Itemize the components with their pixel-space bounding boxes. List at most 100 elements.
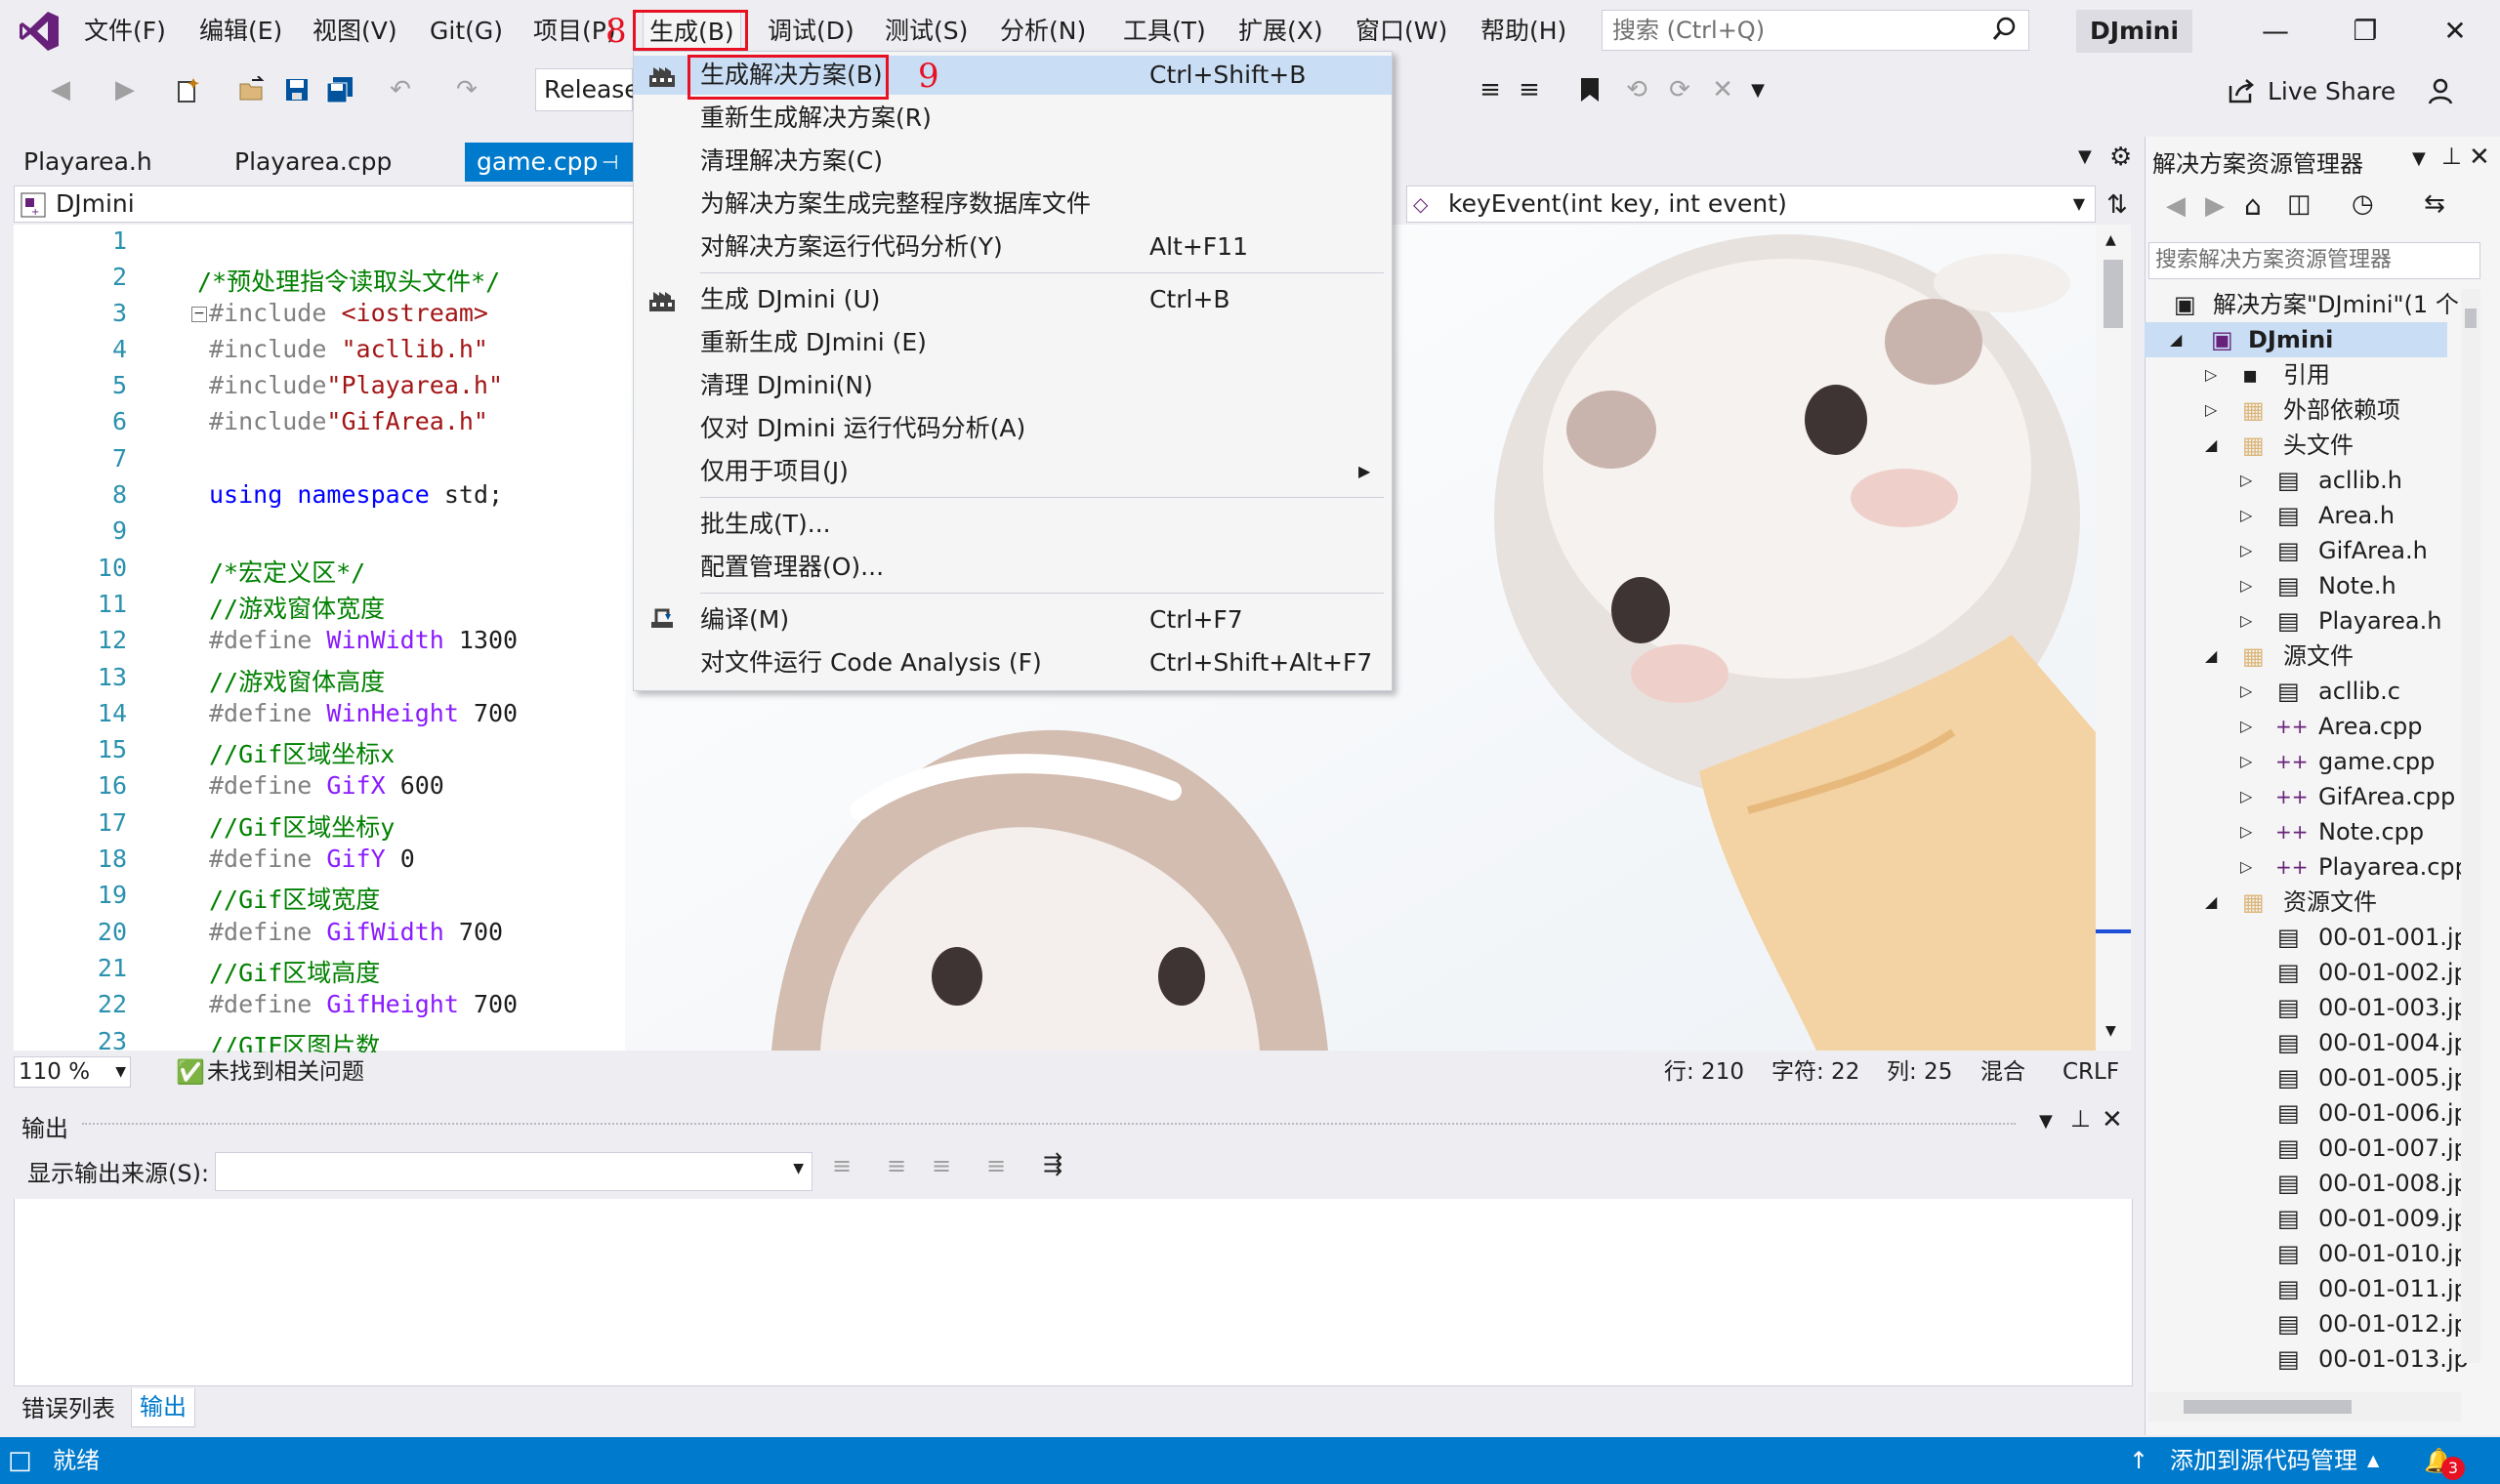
save-icon[interactable] xyxy=(281,74,312,105)
indent-icon[interactable]: ≡ xyxy=(1475,74,1506,105)
zoom-dropdown[interactable]: 110 % ▼ xyxy=(14,1056,131,1088)
issues-status[interactable]: 未找到相关问题 xyxy=(207,1052,364,1092)
add-to-source-control[interactable]: 添加到源代码管理 xyxy=(2170,1437,2357,1484)
tree-file[interactable]: ▤ 00-01-010.jp xyxy=(2145,1236,2477,1271)
menu-item-batch-build[interactable]: 批生成(T)... xyxy=(634,505,1392,544)
solution-horizontal-scrollbar[interactable] xyxy=(2148,1392,2461,1422)
tree-file[interactable]: ▤ 00-01-005.jp xyxy=(2145,1060,2477,1095)
close-window-icon[interactable]: ✕ xyxy=(2426,10,2484,53)
tab-playarea-h[interactable]: Playarea.h xyxy=(12,143,164,182)
menu-help[interactable]: 帮助(H) xyxy=(1475,12,1572,51)
solution-search-input[interactable]: 搜索解决方案资源管理器 xyxy=(2148,242,2480,279)
tree-file[interactable]: ▤ 00-01-007.jp xyxy=(2145,1131,2477,1166)
menu-item-build-project[interactable]: 生成 DJmini (U) Ctrl+B xyxy=(634,280,1392,319)
pin-icon[interactable]: ⊥ xyxy=(2441,143,2462,170)
tab-error-list[interactable]: 错误列表 xyxy=(14,1390,123,1427)
forward-icon[interactable]: ▶ xyxy=(2205,191,2225,221)
menu-edit[interactable]: 编辑(E) xyxy=(193,12,288,51)
open-file-icon[interactable] xyxy=(236,74,268,105)
switch-views-icon[interactable]: ◫ xyxy=(2287,189,2312,219)
tree-file[interactable]: ▷ ++ Playarea.cpp xyxy=(2145,849,2477,885)
tab-output[interactable]: 输出 xyxy=(131,1388,195,1427)
source-control-arrow-icon[interactable]: ↑ xyxy=(2129,1437,2148,1484)
search-input[interactable]: 搜索 (Ctrl+Q) xyxy=(1602,10,2029,51)
collapse-icon[interactable]: − xyxy=(191,307,207,322)
menu-window[interactable]: 窗口(W) xyxy=(1350,12,1453,51)
live-share-icon[interactable] xyxy=(2227,76,2256,105)
find-message-icon[interactable]: ≡ xyxy=(832,1152,852,1179)
output-source-dropdown[interactable]: ▼ xyxy=(215,1152,812,1191)
settings-gear-icon[interactable]: ⚙ xyxy=(2109,143,2132,172)
project-scope-dropdown[interactable]: + DJmini xyxy=(14,186,639,223)
panel-menu-icon[interactable]: ▼ xyxy=(2412,148,2426,169)
solution-vertical-scrollbar[interactable] xyxy=(2461,289,2480,1363)
tree-file[interactable]: ▤ 00-01-008.jp xyxy=(2145,1166,2477,1201)
editor-vertical-scrollbar[interactable]: ▲ ▼ xyxy=(2096,225,2131,1051)
bookmark-icon[interactable] xyxy=(1574,74,1605,105)
prev-bookmark-icon[interactable]: ⟲ xyxy=(1621,74,1652,105)
tree-file[interactable]: ▤ 00-01-006.jp xyxy=(2145,1095,2477,1131)
new-item-icon[interactable] xyxy=(172,74,203,105)
back-icon[interactable]: ◀ xyxy=(45,74,76,105)
tree-file[interactable]: ▤ 00-01-002.jp xyxy=(2145,955,2477,990)
scroll-down-icon[interactable]: ▼ xyxy=(2105,1023,2116,1039)
pin-icon[interactable]: ⊥ xyxy=(2070,1105,2091,1133)
tree-file[interactable]: ▤ 00-01-011.jp xyxy=(2145,1271,2477,1306)
tree-file[interactable]: ▤ 00-01-004.jp xyxy=(2145,1025,2477,1060)
tree-file[interactable]: ▤ 00-01-013.jp xyxy=(2145,1341,2477,1377)
live-share-label[interactable]: Live Share xyxy=(2268,72,2396,111)
whitespace-mode[interactable]: 混合 xyxy=(1980,1052,2025,1092)
forward-icon[interactable]: ▶ xyxy=(109,74,141,105)
menu-item-rebuild-project[interactable]: 重新生成 DJmini (E) xyxy=(634,323,1392,362)
tab-playarea-cpp[interactable]: Playarea.cpp xyxy=(223,143,403,182)
menu-item-config-manager[interactable]: 配置管理器(O)... xyxy=(634,548,1392,587)
feedback-icon[interactable] xyxy=(2426,74,2459,107)
menu-item-project-only[interactable]: 仅用于项目(J) ▶ xyxy=(634,452,1392,491)
menu-item-analyze-solution[interactable]: 对解决方案运行代码分析(Y) Alt+F11 xyxy=(634,227,1392,267)
next-bookmark-icon[interactable]: ⟳ xyxy=(1664,74,1695,105)
scroll-up-icon[interactable]: ▲ xyxy=(2105,232,2116,248)
tree-file[interactable]: ▤ 00-01-012.jp xyxy=(2145,1306,2477,1341)
back-icon[interactable]: ◀ xyxy=(2166,191,2186,221)
clear-all-icon[interactable]: ≡ xyxy=(986,1152,1006,1179)
menu-item-clean-project[interactable]: 清理 DJmini(N) xyxy=(634,366,1392,405)
scrollbar-thumb[interactable] xyxy=(2184,1400,2352,1414)
menu-item-compile[interactable]: 编译(M) Ctrl+F7 xyxy=(634,600,1392,639)
word-wrap-icon[interactable]: ⇶ xyxy=(1043,1150,1062,1177)
restore-icon[interactable]: ❐ xyxy=(2336,10,2395,53)
outdent-icon[interactable]: ≡ xyxy=(1514,74,1545,105)
save-all-icon[interactable] xyxy=(324,74,355,105)
menu-item-generate-pdb[interactable]: 为解决方案生成完整程序数据库文件 xyxy=(634,185,1392,224)
menu-tools[interactable]: 工具(T) xyxy=(1117,12,1212,51)
menu-item-analyze-project[interactable]: 仅对 DJmini 运行代码分析(A) xyxy=(634,409,1392,448)
menu-item-rebuild-solution[interactable]: 重新生成解决方案(R) xyxy=(634,99,1392,138)
menu-view[interactable]: 视图(V) xyxy=(307,12,403,51)
sync-icon[interactable]: ⇆ xyxy=(2424,189,2445,219)
menu-analyze[interactable]: 分析(N) xyxy=(994,12,1092,51)
undo-icon[interactable]: ↶ xyxy=(385,74,416,105)
scrollbar-thumb[interactable] xyxy=(2465,309,2477,328)
member-dropdown[interactable]: ◇ keyEvent(int key, int event) ▼ xyxy=(1406,186,2096,223)
toolbar-overflow-icon[interactable]: ▼ xyxy=(1742,74,1773,105)
menu-debug[interactable]: 调试(D) xyxy=(762,12,860,51)
clear-bookmarks-icon[interactable]: ✕ xyxy=(1707,74,1738,105)
scrollbar-thumb[interactable] xyxy=(2104,260,2123,328)
line-ending[interactable]: CRLF xyxy=(2062,1052,2119,1092)
menu-file[interactable]: 文件(F) xyxy=(78,12,172,51)
history-icon[interactable]: ◷ xyxy=(2352,189,2374,219)
configuration-dropdown[interactable]: Release xyxy=(535,68,640,111)
menu-git[interactable]: Git(G) xyxy=(424,12,509,51)
tree-file[interactable]: ▤ 00-01-001.jp xyxy=(2145,920,2477,955)
split-editor-icon[interactable]: ⇅ xyxy=(2100,187,2135,223)
home-icon[interactable]: ⌂ xyxy=(2244,189,2262,222)
menu-extensions[interactable]: 扩展(X) xyxy=(1232,12,1329,51)
next-message-icon[interactable]: ≡ xyxy=(932,1152,951,1179)
close-panel-icon[interactable]: ✕ xyxy=(2469,143,2490,172)
redo-icon[interactable]: ↷ xyxy=(451,74,482,105)
minimize-icon[interactable]: — xyxy=(2246,10,2305,53)
tree-file[interactable]: ▤ 00-01-003.jp xyxy=(2145,990,2477,1025)
pin-icon[interactable]: ⊣ xyxy=(602,143,618,182)
tree-file[interactable]: ▤ 00-01-009.jp xyxy=(2145,1201,2477,1236)
prev-message-icon[interactable]: ≡ xyxy=(887,1152,906,1179)
menu-item-file-code-analysis[interactable]: 对文件运行 Code Analysis (F) Ctrl+Shift+Alt+F… xyxy=(634,643,1392,682)
